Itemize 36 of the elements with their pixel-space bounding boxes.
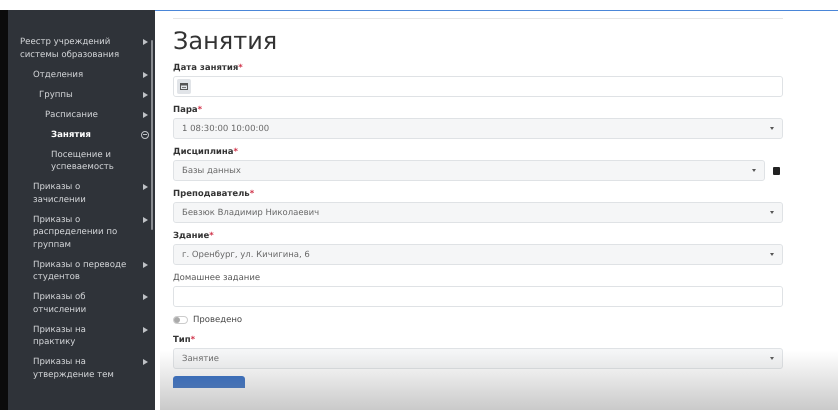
toggle-label: Проведено [193,315,242,325]
field-label: Пара* [173,104,204,116]
field-label: Дисциплина* [173,146,239,158]
select-field[interactable]: 1 08:30:00 10:00:00 [173,118,783,139]
dropdown-caret-icon [770,357,774,360]
dropdown-caret-icon [770,127,774,130]
field-label: Дата занятия* [173,62,244,74]
select-field[interactable]: Бевзюк Владимир Николаевич [173,202,783,223]
sidebar-item[interactable]: Приказы об отчислении [33,287,155,320]
dropdown-caret-icon [752,169,756,172]
sidebar-item[interactable]: Посещение и успеваемость [51,144,155,177]
field-label: Тип* [173,334,196,346]
select-field[interactable]: Базы данных [173,160,765,181]
sidebar-item[interactable]: Приказы о переводе студентов [33,254,155,287]
sidebar-item[interactable]: Приказы на практику [33,320,155,352]
field-label: Домашнее задание [173,272,262,284]
scrollbar[interactable] [151,40,153,230]
page-title: Занятия [173,27,278,55]
toggle-switch[interactable] [173,316,188,324]
submit-button[interactable] [173,376,245,388]
calendar-icon[interactable] [177,79,191,94]
select-field[interactable]: Занятие [173,348,783,369]
sidebar-item[interactable]: Занятия [51,124,155,144]
caret-icon [143,294,148,300]
dropdown-caret-icon [770,253,774,256]
field-label: Здание* [173,230,215,242]
minus-circle-icon [141,130,149,138]
caret-icon [143,262,148,268]
select-field[interactable]: г. Оренбург, ул. Кичигина, 6 [173,244,783,265]
text-field[interactable] [173,286,783,307]
caret-icon [143,326,148,332]
sidebar-item[interactable]: Приказы на утверждение тем [33,352,155,384]
dropdown-caret-icon [770,211,774,214]
caret-icon [143,359,148,365]
date-field[interactable] [173,76,783,97]
field-label: Преподаватель* [173,188,256,200]
